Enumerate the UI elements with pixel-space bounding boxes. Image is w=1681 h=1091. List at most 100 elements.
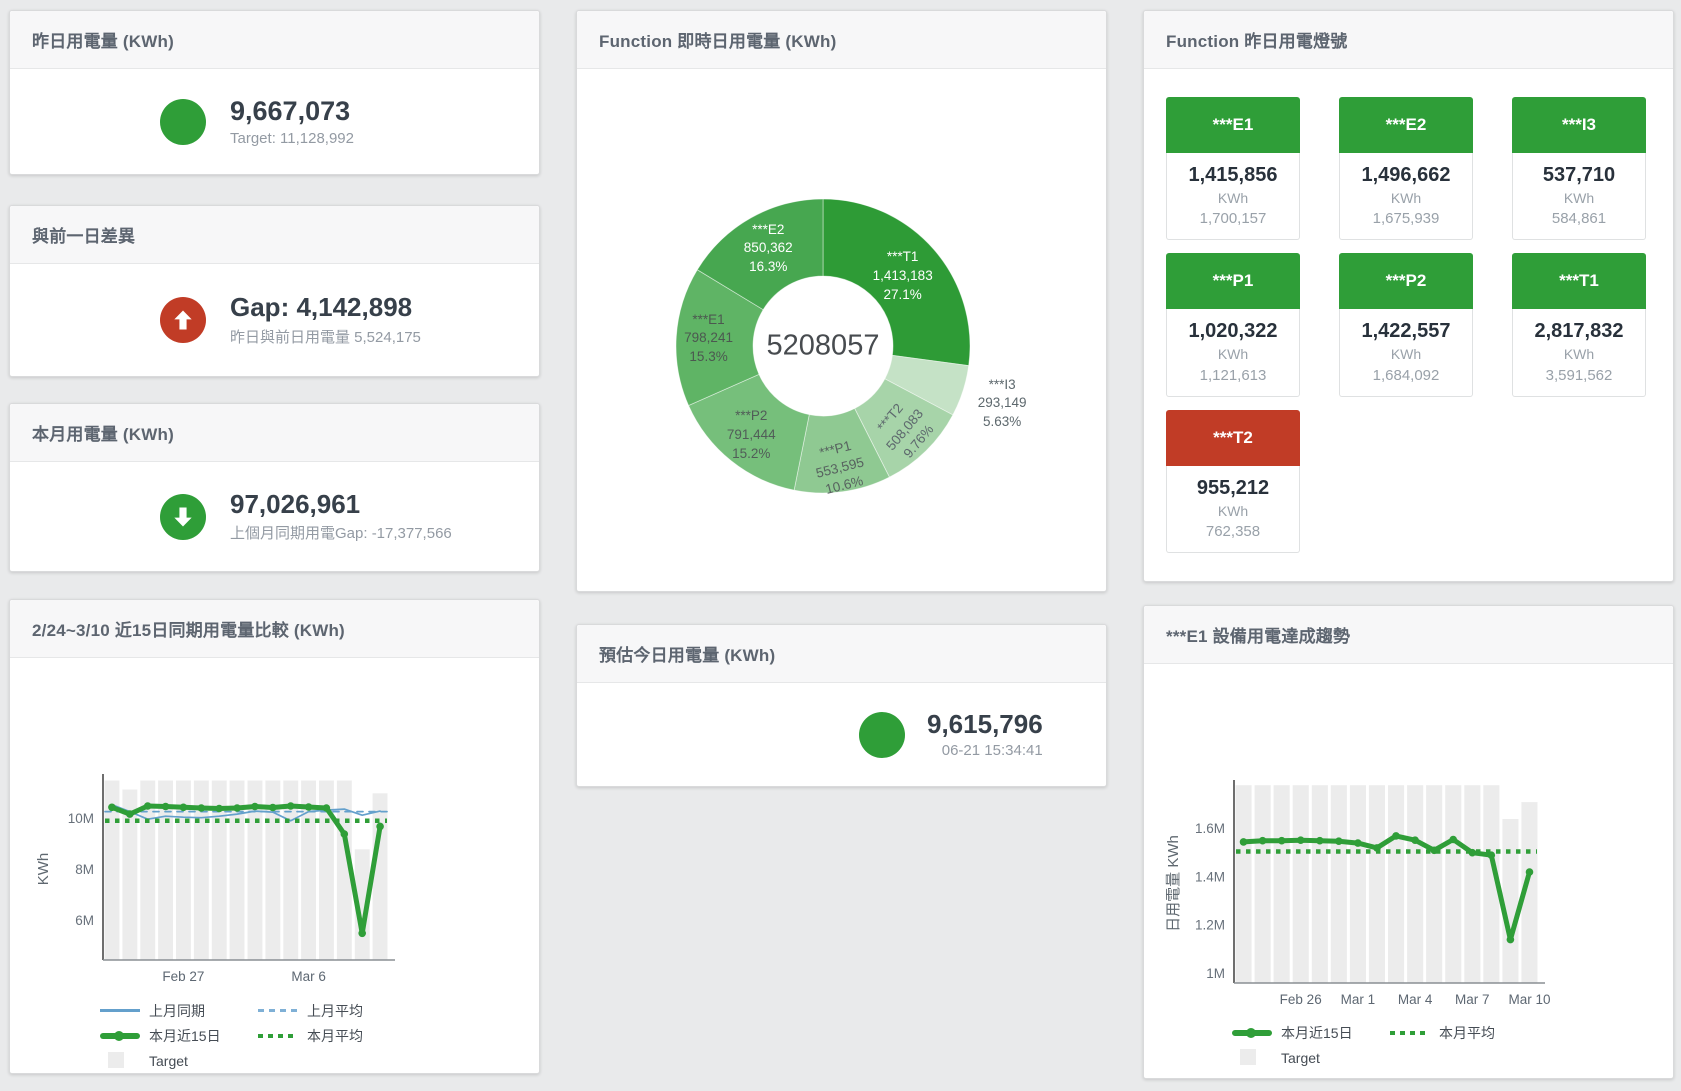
legend-item-Target[interactable]: Target xyxy=(100,1048,258,1073)
series-marker xyxy=(1316,837,1324,845)
legend-swatch-dashed-icon xyxy=(258,1003,298,1018)
stat-value: 9,667,073 xyxy=(230,96,354,127)
series-marker xyxy=(233,804,241,812)
lamp-tile-body: 537,710KWh584,861 xyxy=(1512,153,1646,240)
stat-subtext: 昨日與前日用電量 5,524,175 xyxy=(230,326,421,347)
panel-header[interactable]: 2/24~3/10 近15日同期用電量比較 (KWh) xyxy=(10,600,539,658)
legend-item-Target[interactable]: Target xyxy=(1232,1045,1390,1070)
target-bar xyxy=(1407,785,1423,983)
target-bar xyxy=(1350,785,1366,983)
series-marker xyxy=(108,804,116,812)
legend-item-本月近15日[interactable]: 本月近15日 xyxy=(100,1023,258,1048)
series-marker xyxy=(1240,838,1248,846)
legend-swatch-square-icon xyxy=(1232,1050,1272,1065)
donut-slice-label: ***P2791,44415.2% xyxy=(727,408,776,464)
panel-header[interactable]: 昨日用電量 (KWh) xyxy=(10,11,539,69)
lamp-tile-body: 1,496,662KWh1,675,939 xyxy=(1339,153,1473,240)
x-tick-label: Mar 1 xyxy=(1341,992,1376,1007)
legend-item-本月平均[interactable]: 本月平均 xyxy=(1390,1020,1540,1045)
lamp-tile-E1[interactable]: ***E11,415,856KWh1,700,157 xyxy=(1166,97,1300,240)
lamp-tile-body: 1,020,322KWh1,121,613 xyxy=(1166,309,1300,396)
lamp-tile-body: 955,212KWh762,358 xyxy=(1166,466,1300,553)
panel-15day-compare-chart: 2/24~3/10 近15日同期用電量比較 (KWh) 6M8M10MKWhFe… xyxy=(9,599,540,1074)
line-chart-svg: 1M1.2M1.4M1.6M日用電量 KWhFeb 26Mar 1Mar 4Ma… xyxy=(1144,664,1673,1012)
legend-item-上月平均[interactable]: 上月平均 xyxy=(258,998,408,1023)
lamp-tile-T1[interactable]: ***T12,817,832KWh3,591,562 xyxy=(1512,253,1646,396)
legend-swatch-line-icon xyxy=(100,1003,140,1018)
panel-title: 本月用電量 (KWh) xyxy=(32,420,174,445)
panel-gap-previous-day: 與前一日差異 Gap: 4,142,898 昨日與前日用電量 5,524,175 xyxy=(9,205,540,377)
panel-header[interactable]: Function 即時日用電量 (KWh) xyxy=(577,11,1106,69)
lamp-tile-body: 1,415,856KWh1,700,157 xyxy=(1166,153,1300,240)
panel-header[interactable]: Function 昨日用電燈號 xyxy=(1144,11,1673,69)
lamp-tile-E2[interactable]: ***E21,496,662KWh1,675,939 xyxy=(1339,97,1473,240)
legend-swatch-thick-icon xyxy=(1232,1025,1272,1040)
series-marker xyxy=(1297,836,1305,844)
lamp-tile-target: 1,121,613 xyxy=(1169,365,1297,386)
series-marker xyxy=(162,803,170,811)
lamp-tile-target: 3,591,562 xyxy=(1515,365,1643,386)
series-marker xyxy=(1335,837,1343,845)
legend-item-上月同期[interactable]: 上月同期 xyxy=(100,998,258,1023)
dashboard: 昨日用電量 (KWh) 9,667,073 Target: 11,128,992… xyxy=(0,0,1681,1091)
panel-title: 2/24~3/10 近15日同期用電量比較 (KWh) xyxy=(32,616,345,641)
stat-text: 9,667,073 Target: 11,128,992 xyxy=(230,96,354,147)
y-tick-label: 1.2M xyxy=(1195,918,1225,933)
line-chart-svg: 6M8M10MKWhFeb 27Mar 6 xyxy=(10,658,539,990)
lamp-tile-unit: KWh xyxy=(1515,188,1643,208)
panel-lamp-status: Function 昨日用電燈號 ***E11,415,856KWh1,700,1… xyxy=(1143,10,1674,582)
legend-swatch-dotted-icon xyxy=(258,1028,298,1043)
stat-subtext: Target: 11,128,992 xyxy=(230,130,354,147)
target-bar xyxy=(1445,785,1461,983)
series-marker xyxy=(287,802,295,810)
panel-header[interactable]: 與前一日差異 xyxy=(10,206,539,264)
panel-header[interactable]: 預估今日用電量 (KWh) xyxy=(577,625,1106,683)
lamp-tile-I3[interactable]: ***I3537,710KWh584,861 xyxy=(1512,97,1646,240)
lamp-tile-target: 1,700,157 xyxy=(1169,208,1297,229)
series-marker xyxy=(180,804,188,812)
panel-header[interactable]: 本月用電量 (KWh) xyxy=(10,404,539,462)
lamp-tile-unit: KWh xyxy=(1515,344,1643,364)
lamp-tile-P2[interactable]: ***P21,422,557KWh1,684,092 xyxy=(1339,253,1473,396)
series-marker xyxy=(341,830,349,838)
series-marker xyxy=(251,803,259,811)
target-bar xyxy=(1312,785,1328,983)
y-axis-title: KWh xyxy=(35,853,52,886)
y-tick-label: 8M xyxy=(75,862,94,877)
lamp-tile-T2[interactable]: ***T2955,212KWh762,358 xyxy=(1166,410,1300,553)
panel-title: ***E1 設備用電達成趨勢 xyxy=(1166,622,1350,647)
stat-value: 9,615,796 xyxy=(927,710,1043,740)
chart-legend: 上月同期上月平均本月近15日 本月平均Target xyxy=(100,998,420,1073)
legend-swatch-square-icon xyxy=(100,1053,140,1068)
lamp-tile-unit: KWh xyxy=(1169,188,1297,208)
lamp-tile-header: ***E1 xyxy=(1166,97,1300,153)
series-marker xyxy=(269,804,277,812)
lamp-tile-value: 2,817,832 xyxy=(1515,318,1643,344)
y-tick-label: 1.4M xyxy=(1195,869,1225,884)
panel-title: Function 昨日用電燈號 xyxy=(1166,27,1347,52)
series-marker xyxy=(215,805,223,813)
panel-title: 預估今日用電量 (KWh) xyxy=(599,641,775,666)
lamp-tile-P1[interactable]: ***P11,020,322KWh1,121,613 xyxy=(1166,253,1300,396)
x-tick-label: Mar 6 xyxy=(291,969,326,984)
lamp-tile-value: 955,212 xyxy=(1169,475,1297,501)
y-tick-label: 10M xyxy=(68,811,94,826)
donut-slice-label: ***E1798,24115.3% xyxy=(684,311,733,367)
status-circle-icon xyxy=(160,99,206,145)
target-bar xyxy=(373,793,388,960)
series-marker xyxy=(1392,832,1400,840)
legend-label: 本月近15日 xyxy=(1281,1023,1353,1043)
stat-text: 9,615,796 06-21 15:34:41 xyxy=(927,710,1043,760)
panel-header[interactable]: ***E1 設備用電達成趨勢 xyxy=(1144,606,1673,664)
panel-title: Function 即時日用電量 (KWh) xyxy=(599,27,836,52)
target-bar xyxy=(1331,785,1347,983)
panel-yesterday-usage: 昨日用電量 (KWh) 9,667,073 Target: 11,128,992 xyxy=(9,10,540,175)
y-tick-label: 1.6M xyxy=(1195,821,1225,836)
target-bar xyxy=(1464,785,1480,983)
chart-legend: 本月近15日 本月平均Target xyxy=(1232,1020,1552,1070)
legend-item-本月近15日[interactable]: 本月近15日 xyxy=(1232,1020,1390,1045)
legend-item-本月平均[interactable]: 本月平均 xyxy=(258,1023,408,1048)
target-bar xyxy=(1274,785,1290,983)
series-marker xyxy=(126,810,134,818)
legend-label: 本月近15日 xyxy=(149,1026,221,1046)
